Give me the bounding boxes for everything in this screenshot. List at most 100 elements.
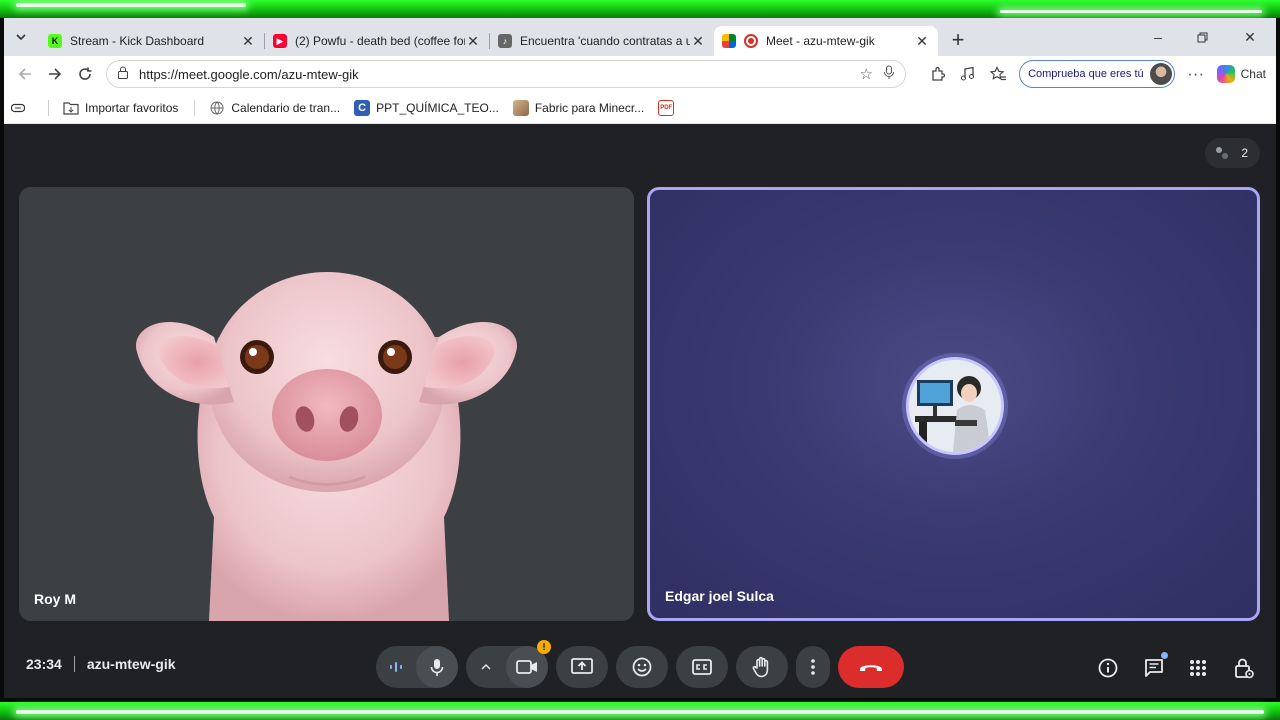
video-tile-roy[interactable]: Roy M <box>19 187 634 621</box>
back-button[interactable] <box>10 59 40 89</box>
tab-label: Meet - azu-mtew-gik <box>766 34 875 48</box>
toolbar: https://meet.google.com/azu-mtew-gik ☆ C… <box>4 56 1276 92</box>
tab-label: Stream - Kick Dashboard <box>70 34 205 48</box>
neon-frame-bottom <box>0 702 1280 720</box>
copilot-icon <box>1216 65 1235 83</box>
participant-video <box>135 272 518 621</box>
folder-import-icon <box>63 100 79 116</box>
call-controls: 23:34 azu-mtew-gik ! <box>4 632 1276 698</box>
apps-grid-icon <box>1190 660 1206 676</box>
close-tab-icon[interactable]: ✕ <box>240 33 256 50</box>
address-bar[interactable]: https://meet.google.com/azu-mtew-gik ☆ <box>106 60 906 88</box>
activities-button[interactable] <box>1186 656 1210 680</box>
fabric-icon <box>512 99 529 116</box>
present-screen-icon <box>571 658 593 674</box>
chat-button[interactable] <box>1142 652 1168 680</box>
lock-icon <box>117 66 133 82</box>
bookmark-import[interactable]: Importar favoritos <box>63 100 178 116</box>
meeting-details-button[interactable] <box>1096 656 1120 680</box>
meeting-time: 23:34 <box>26 656 62 672</box>
microphone-group <box>376 646 458 688</box>
close-tab-icon[interactable]: ✕ <box>690 33 706 50</box>
camera-group: ! <box>466 640 551 688</box>
more-options-button[interactable]: ··· <box>1181 59 1211 89</box>
bookmark-divider <box>194 99 196 116</box>
extensions-icon[interactable] <box>923 59 953 89</box>
bookmark-divider <box>48 99 49 116</box>
recording-icon <box>744 34 758 48</box>
tab-tiktok[interactable]: ♪ Encuentra 'cuando contratas a un ✕ <box>490 26 714 56</box>
arrow-right-icon <box>49 68 62 80</box>
tab-strip: K Stream - Kick Dashboard ✕ ▶ (2) Powfu … <box>4 18 1276 56</box>
reload-button[interactable] <box>70 59 100 89</box>
tab-youtube[interactable]: ▶ (2) Powfu - death bed (coffee for y ✕ <box>265 26 489 56</box>
camera-button[interactable]: ! <box>506 640 551 688</box>
tiktok-icon: ♪ <box>498 34 512 48</box>
kick-icon: K <box>48 34 62 48</box>
tab-label: (2) Powfu - death bed (coffee for y <box>295 34 465 48</box>
bookmark-label: Fabric para Minecr... <box>534 100 645 115</box>
new-tab-button[interactable]: + <box>944 26 972 54</box>
bookmark-ppt-quimica[interactable]: C PPT_QUÍMICA_TEO... <box>354 99 499 116</box>
copilot-chat-button[interactable]: Chat <box>1211 65 1272 83</box>
forward-button[interactable] <box>40 59 70 89</box>
close-window-button[interactable]: ✕ <box>1228 24 1272 50</box>
bookmarks-bar-icon <box>10 100 26 116</box>
raise-hand-button[interactable] <box>736 646 788 688</box>
close-tab-icon[interactable]: ✕ <box>914 33 930 50</box>
bookmark-label: PPT_QUÍMICA_TEO... <box>376 100 499 115</box>
chat-icon <box>1145 659 1163 677</box>
tab-actions-menu[interactable] <box>8 24 34 50</box>
restore-button[interactable] <box>1180 24 1224 50</box>
favorite-star-icon[interactable]: ☆ <box>860 65 873 84</box>
bookmark-label: Calendario de tran... <box>231 100 341 115</box>
audio-level-icon <box>376 661 416 673</box>
neon-glow <box>16 3 246 7</box>
host-controls-button[interactable] <box>1232 656 1256 680</box>
bookmarks-toggle[interactable] <box>10 100 32 116</box>
warning-icon: ! <box>537 640 551 654</box>
raise-hand-icon <box>752 656 769 678</box>
tab-kick[interactable]: K Stream - Kick Dashboard ✕ <box>40 26 264 56</box>
video-tile-edgar[interactable]: Edgar joel Sulca <box>647 187 1260 621</box>
copilot-label: Chat <box>1240 67 1266 81</box>
video-camera-icon <box>516 660 537 674</box>
profile-button[interactable]: Comprueba que eres tú <box>1019 60 1175 88</box>
favorites-icon[interactable] <box>983 59 1013 89</box>
hang-up-icon <box>860 665 882 671</box>
more-options-call-button[interactable] <box>796 646 830 688</box>
microphone-icon <box>430 658 444 676</box>
reactions-button[interactable] <box>616 646 668 688</box>
reload-icon <box>79 67 92 80</box>
leave-call-button[interactable] <box>838 646 904 688</box>
google-meet-icon <box>722 34 736 48</box>
more-vertical-icon <box>811 659 815 675</box>
tab-meet[interactable]: Meet - azu-mtew-gik ✕ <box>714 26 938 56</box>
participant-name: Roy M <box>34 591 76 607</box>
participants-badge[interactable]: 2 <box>1205 138 1260 168</box>
microphone-button[interactable] <box>416 646 458 688</box>
close-tab-icon[interactable]: ✕ <box>465 33 481 50</box>
meet-stage: 2 Roy M Edgar joel Sulca 23:34 azu-mtew-… <box>4 124 1276 698</box>
url-text: https://meet.google.com/azu-mtew-gik <box>139 66 359 82</box>
emoji-icon <box>632 657 652 677</box>
restore-icon <box>1197 32 1207 42</box>
c-app-icon: C <box>354 99 371 116</box>
bookmark-fabric[interactable]: Fabric para Minecr... <box>512 99 645 116</box>
profile-avatar <box>1149 63 1172 85</box>
people-icon <box>1215 146 1229 160</box>
participant-avatar <box>906 357 1004 455</box>
globe-icon <box>209 100 225 116</box>
minimize-button[interactable]: – <box>1136 24 1180 50</box>
present-screen-button[interactable] <box>556 646 608 688</box>
meeting-code: azu-mtew-gik <box>86 656 176 672</box>
captions-button[interactable] <box>676 646 728 688</box>
media-control-icon[interactable] <box>953 59 983 89</box>
microphone-icon[interactable] <box>883 65 895 84</box>
tab-label: Encuentra 'cuando contratas a un <box>520 34 690 48</box>
bookmark-pdf[interactable]: PDF <box>658 99 680 116</box>
host-controls-icon <box>1235 658 1254 679</box>
chevron-down-icon <box>16 34 26 41</box>
chevron-up-icon[interactable] <box>466 664 506 670</box>
bookmark-calendar[interactable]: Calendario de tran... <box>209 100 340 116</box>
